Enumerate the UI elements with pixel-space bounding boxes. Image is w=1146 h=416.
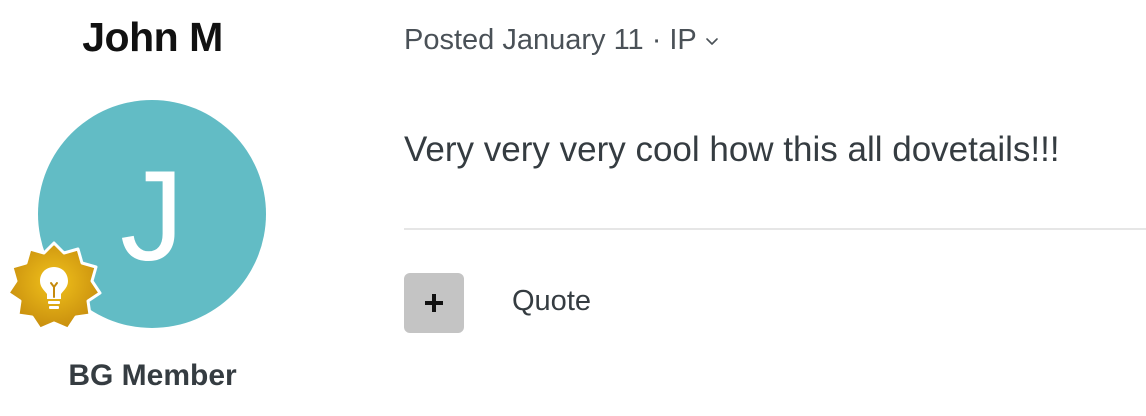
avatar-letter: J (120, 144, 184, 288)
divider (404, 228, 1146, 230)
post-date-link[interactable]: Posted January 11 (404, 24, 644, 57)
chevron-down-icon[interactable] (705, 34, 719, 48)
ip-label: IP (669, 24, 697, 56)
member-role: BG Member (68, 359, 237, 392)
author-info: John M J BG Member (0, 0, 305, 416)
quote-button[interactable]: Quote (512, 285, 591, 318)
author-name[interactable]: John M (0, 14, 305, 61)
post-meta: Posted January 11 · IP (404, 24, 719, 57)
meta-separator: · (651, 24, 662, 56)
lightbulb-badge-icon[interactable] (6, 237, 102, 333)
ip-dropdown[interactable]: IP (669, 24, 696, 57)
plus-icon (425, 294, 443, 312)
post-content: Very very very cool how this all dovetai… (404, 130, 1060, 169)
add-reaction-button[interactable] (404, 273, 464, 333)
